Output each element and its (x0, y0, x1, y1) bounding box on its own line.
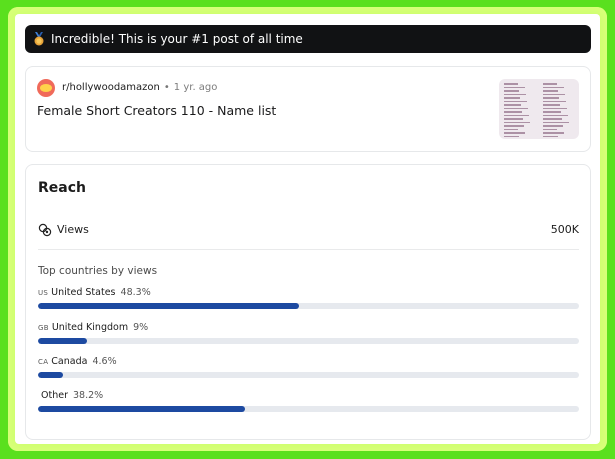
thumbnail-line (543, 90, 558, 92)
thumbnail-line (543, 121, 569, 123)
progress-fill (38, 338, 87, 344)
thumbnail-column (504, 83, 532, 139)
progress-track (38, 303, 579, 309)
views-row: Views 500K (38, 222, 579, 248)
country-percent: 48.3% (120, 287, 151, 298)
progress-track (38, 406, 579, 412)
thumbnail-line (543, 104, 560, 106)
thumbnail-line (504, 100, 527, 102)
thumbnail-line (504, 125, 524, 127)
thumbnail-line (504, 135, 519, 137)
thumbnail-line (543, 114, 568, 116)
thumbnail-line (543, 125, 563, 127)
thumbnail-line (504, 132, 525, 134)
thumbnail-line (504, 107, 528, 109)
thumbnail-line (504, 90, 519, 92)
country-name: Other (41, 390, 68, 401)
views-value: 500K (550, 223, 579, 236)
country-name: United Kingdom (51, 322, 129, 333)
country-label: US United States 48.3% (38, 286, 579, 300)
thumbnail-line (504, 86, 525, 88)
thumbnail-line (543, 132, 564, 134)
progress-fill (38, 303, 300, 309)
reach-card: Reach Views 500K Top countries by views … (25, 164, 591, 440)
progress-fill (38, 406, 245, 412)
divider (38, 249, 579, 250)
subreddit-name[interactable]: r/hollywoodamazon (62, 82, 160, 93)
thumbnail-line (504, 114, 529, 116)
thumbnail-line (504, 83, 518, 85)
country-row-other: Other 38.2% (38, 389, 579, 412)
country-code: US (38, 289, 49, 297)
thumbnail-line (543, 97, 559, 99)
country-name: United States (51, 287, 116, 298)
thumbnail-line (504, 104, 521, 106)
thumbnail-line (543, 135, 558, 137)
thumbnail-column (543, 83, 571, 139)
thumbnail-line (543, 93, 565, 95)
progress-track (38, 338, 579, 344)
country-row-us: US United States 48.3% (38, 286, 579, 309)
medal-icon (34, 32, 44, 46)
subreddit-avatar (37, 79, 55, 97)
country-label: Other 38.2% (38, 389, 579, 403)
achievement-banner: Incredible! This is your #1 post of all … (25, 25, 591, 53)
post-title[interactable]: Female Short Creators 110 - Name list (37, 103, 276, 118)
thumbnail-line (504, 121, 530, 123)
top-countries-heading: Top countries by views (38, 265, 158, 277)
progress-fill (38, 372, 63, 378)
post-summary-card[interactable]: r/hollywoodamazon • 1 yr. ago Female Short… (25, 66, 591, 152)
country-code: GB (38, 324, 49, 332)
country-label: CA Canada 4.6% (38, 355, 579, 369)
progress-track (38, 372, 579, 378)
country-label: GB United Kingdom 9% (38, 321, 579, 335)
country-row-ca: CA Canada 4.6% (38, 355, 579, 378)
thumbnail-line (504, 118, 523, 120)
country-row-gb: GB United Kingdom 9% (38, 321, 579, 344)
thumbnail-line (543, 111, 561, 113)
views-icon (38, 223, 52, 237)
country-code: CA (38, 358, 49, 366)
post-thumbnail[interactable] (499, 79, 579, 139)
country-percent: 9% (133, 322, 149, 333)
thumbnail-line (543, 128, 557, 130)
meta-separator: • (163, 82, 170, 93)
post-insights-panel: Incredible! This is your #1 post of all … (15, 14, 600, 444)
post-meta: r/hollywoodamazon • 1 yr. ago (62, 82, 217, 93)
thumbnail-line (504, 97, 520, 99)
thumbnail-line (543, 100, 566, 102)
thumbnail-line (504, 111, 522, 113)
thumbnail-line (504, 93, 526, 95)
banner-text: Incredible! This is your #1 post of all … (51, 32, 303, 46)
thumbnail-line (543, 86, 564, 88)
thumbnail-line (504, 128, 518, 130)
country-percent: 4.6% (92, 356, 117, 367)
thumbnail-line (543, 118, 562, 120)
country-name: Canada (51, 356, 88, 367)
views-label: Views (57, 223, 89, 236)
thumbnail-line (543, 83, 557, 85)
thumbnail-line (543, 107, 567, 109)
reach-title: Reach (38, 180, 86, 196)
post-age: 1 yr. ago (173, 82, 218, 93)
country-percent: 38.2% (73, 390, 104, 401)
